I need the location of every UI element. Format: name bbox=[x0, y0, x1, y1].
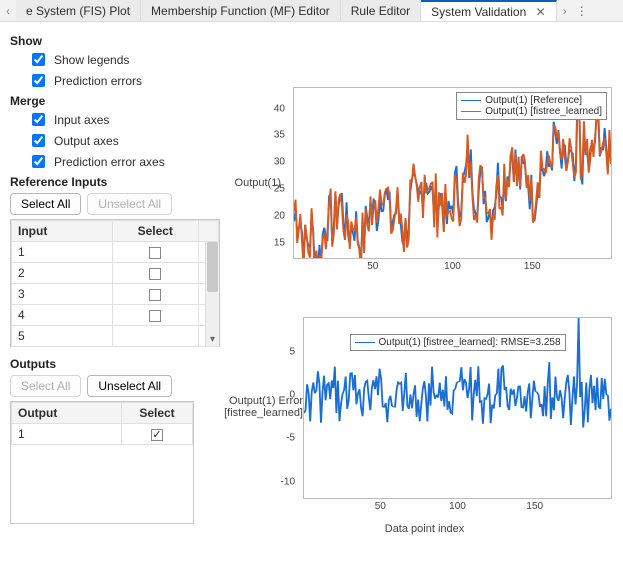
table-row[interactable]: 5 bbox=[12, 326, 219, 347]
table-row[interactable]: 2 bbox=[12, 263, 219, 284]
input-cell: 5 bbox=[12, 326, 113, 347]
merge-heading: Merge bbox=[10, 94, 220, 108]
table-row[interactable]: 4 bbox=[12, 305, 219, 326]
plot2-yticks: 5 0 -5 -10 bbox=[243, 317, 299, 499]
merge-pred-error-axes-label: Prediction error axes bbox=[54, 155, 165, 169]
table-row[interactable]: 1 bbox=[12, 424, 193, 445]
tab-rule-editor[interactable]: Rule Editor bbox=[341, 0, 421, 22]
plot2-legend: Output(1) [fistree_learned]: RMSE=3.258 bbox=[349, 334, 565, 351]
close-icon[interactable]: ✕ bbox=[536, 5, 546, 19]
input-cell: 4 bbox=[12, 305, 113, 326]
input-cell: 2 bbox=[12, 263, 113, 284]
tab-bar: ‹ e System (FIS) Plot Membership Functio… bbox=[0, 0, 623, 22]
tab-system-validation[interactable]: System Validation ✕ bbox=[421, 0, 557, 22]
output-select-checkbox[interactable] bbox=[151, 429, 163, 441]
outputs-col-select: Select bbox=[122, 403, 193, 424]
merge-output-axes-checkbox[interactable] bbox=[32, 134, 45, 147]
legend-label: Output(1) [fistree_learned] bbox=[485, 106, 602, 117]
legend-line-icon bbox=[461, 111, 481, 112]
input-select-checkbox[interactable] bbox=[149, 268, 161, 280]
scrollbar-thumb[interactable] bbox=[207, 242, 218, 292]
show-legends-label: Show legends bbox=[54, 53, 129, 67]
plot2-xticks: 50 100 150 bbox=[303, 501, 612, 515]
output-plot: Output(1) 15 20 25 30 35 40 Output(1) [R… bbox=[230, 80, 619, 290]
input-select-checkbox[interactable] bbox=[149, 289, 161, 301]
output-cell: 1 bbox=[12, 424, 122, 445]
outputs-heading: Outputs bbox=[10, 357, 220, 371]
prediction-errors-label: Prediction errors bbox=[54, 74, 142, 88]
inputs-unselect-all-button: Unselect All bbox=[87, 193, 172, 215]
outputs-table: Output Select 1 bbox=[10, 401, 194, 524]
input-select-checkbox[interactable] bbox=[149, 247, 161, 259]
inputs-scrollbar[interactable]: ▾ bbox=[205, 242, 219, 346]
reference-inputs-heading: Reference Inputs bbox=[10, 175, 220, 189]
tab-system-validation-label: System Validation bbox=[431, 5, 526, 19]
merge-input-axes-checkbox[interactable] bbox=[32, 113, 45, 126]
inputs-select-all-button[interactable]: Select All bbox=[10, 193, 81, 215]
show-heading: Show bbox=[10, 34, 220, 48]
tab-fis-plot[interactable]: e System (FIS) Plot bbox=[16, 0, 141, 22]
show-legends-checkbox[interactable] bbox=[32, 53, 45, 66]
error-plot: Output(1) Error[fistree_learned] 5 0 -5 … bbox=[230, 310, 619, 540]
plot1-xticks: 50 100 150 bbox=[293, 261, 612, 275]
outputs-col-output: Output bbox=[12, 403, 122, 424]
plot1-legend: Output(1) [Reference] Output(1) [fistree… bbox=[456, 92, 607, 120]
legend-line-icon bbox=[461, 100, 481, 101]
tabs-menu-icon[interactable]: ⋮ bbox=[573, 4, 591, 18]
tabs-scroll-right-icon[interactable]: › bbox=[557, 4, 573, 18]
plot1-yticks: 15 20 25 30 35 40 bbox=[231, 87, 289, 259]
tab-mf-editor[interactable]: Membership Function (MF) Editor bbox=[141, 0, 341, 22]
table-row[interactable]: 1 bbox=[12, 242, 219, 263]
table-row[interactable]: 3 bbox=[12, 284, 219, 305]
inputs-col-select: Select bbox=[112, 221, 198, 242]
outputs-unselect-all-button[interactable]: Unselect All bbox=[87, 375, 172, 397]
legend-label: Output(1) [fistree_learned]: RMSE=3.258 bbox=[378, 337, 560, 348]
inputs-table: Input Select 1 2 3 4 5 ▾ bbox=[10, 219, 220, 347]
plot1-area[interactable]: Output(1) [Reference] Output(1) [fistree… bbox=[293, 87, 612, 259]
input-cell: 1 bbox=[12, 242, 113, 263]
merge-pred-error-axes-checkbox[interactable] bbox=[32, 155, 45, 168]
merge-output-axes-label: Output axes bbox=[54, 134, 119, 148]
input-cell: 3 bbox=[12, 284, 113, 305]
merge-input-axes-label: Input axes bbox=[54, 113, 109, 127]
plot2-xlabel: Data point index bbox=[231, 523, 618, 535]
legend-label: Output(1) [Reference] bbox=[485, 95, 582, 106]
input-select-checkbox[interactable] bbox=[149, 310, 161, 322]
tabs-scroll-left-icon[interactable]: ‹ bbox=[0, 4, 16, 18]
outputs-select-all-button: Select All bbox=[10, 375, 81, 397]
legend-line-icon bbox=[354, 342, 374, 343]
prediction-errors-checkbox[interactable] bbox=[32, 74, 45, 87]
chevron-down-icon[interactable]: ▾ bbox=[206, 332, 219, 346]
inputs-col-input: Input bbox=[12, 221, 113, 242]
plot2-area[interactable]: Output(1) [fistree_learned]: RMSE=3.258 bbox=[303, 317, 612, 499]
